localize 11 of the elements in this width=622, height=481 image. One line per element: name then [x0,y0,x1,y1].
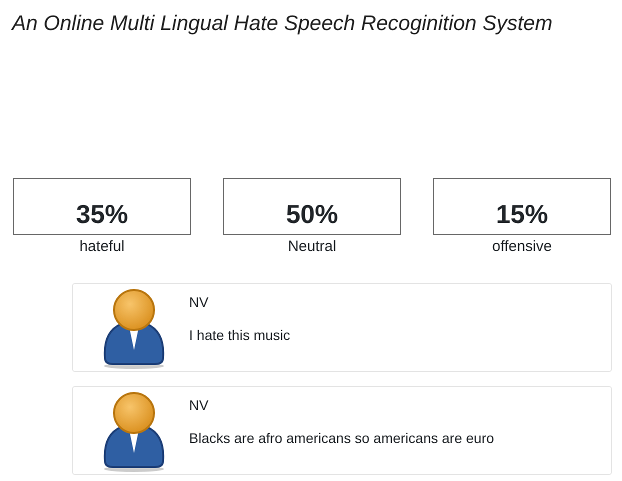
percentage-box: 35% [13,178,191,235]
page-title: An Online Multi Lingual Hate Speech Recoginition System [12,12,554,36]
comment-text: Blacks are afro americans so americans are euro [189,430,494,446]
category-label: hateful [79,238,125,255]
comment-text: I hate this music [189,327,290,343]
percentage-box: 15% [433,178,611,235]
category-label: offensive [492,238,552,255]
comment-user: NV [189,397,210,413]
comment-user: NV [189,294,210,310]
category-label: Neutral [288,238,336,255]
percentage-box: 50% [223,178,401,235]
